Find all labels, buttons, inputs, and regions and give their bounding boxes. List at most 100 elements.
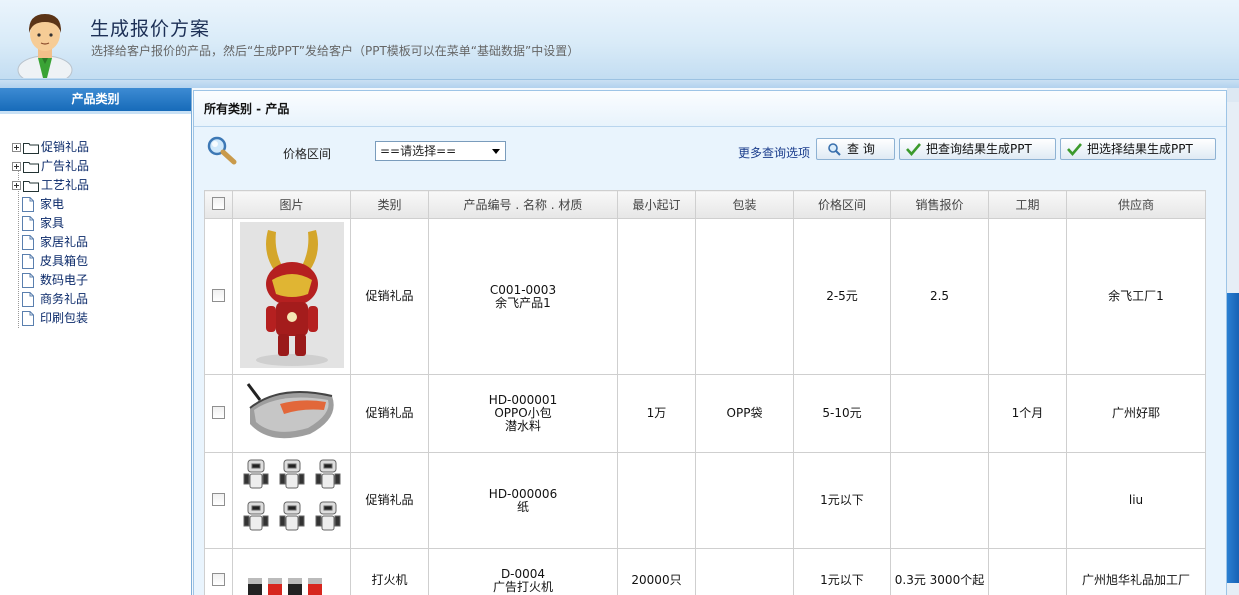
tree-node-label: 工艺礼品 [41, 178, 90, 192]
product-image-cell[interactable] [232, 452, 351, 549]
tree-node-promo[interactable]: 促销礼品 [8, 138, 89, 157]
packing-cell [695, 548, 794, 595]
col-header-category[interactable]: 类别 [350, 190, 429, 219]
quote-cell: 2.5 [890, 218, 989, 375]
expand-icon[interactable] [12, 143, 21, 152]
row-select-cell[interactable] [204, 452, 233, 549]
supplier-cell: 广州旭华礼品加工厂 [1066, 548, 1206, 595]
generate-ppt-from-selection-button[interactable]: 把选择结果生成PPT [1060, 138, 1216, 160]
supplier-cell: liu [1066, 452, 1206, 549]
col-header-image[interactable]: 图片 [232, 190, 351, 219]
product-image-pouch[interactable] [239, 378, 344, 446]
product-image-cell[interactable] [232, 374, 351, 453]
product-table-container: 图片 类别 产品编号 . 名称 . 材质 最小起订 包装 价格区间 销售报价 工… [204, 190, 1206, 595]
quote-cell [890, 374, 989, 453]
product-info-cell: HD-000001 OPPO小包 潜水料 [428, 374, 618, 453]
product-image-cell[interactable] [232, 218, 351, 375]
col-header-product[interactable]: 产品编号 . 名称 . 材质 [428, 190, 618, 219]
supplier-cell: 广州好耶 [1066, 374, 1206, 453]
period-cell [988, 218, 1067, 375]
row-checkbox[interactable] [212, 288, 225, 302]
price-range-cell: 1元以下 [793, 548, 891, 595]
page-icon [22, 292, 34, 307]
col-header-price-range[interactable]: 价格区间 [793, 190, 891, 219]
page-scrollbar[interactable] [1227, 88, 1239, 595]
page-header: 生成报价方案 选择给客户报价的产品，然后“生成PPT”发给客户（PPT模板可以在… [0, 0, 1239, 80]
tree-node-label: 印刷包装 [40, 311, 89, 325]
product-code: C001-0003 [489, 282, 557, 297]
check-icon [906, 143, 921, 156]
more-query-options-link[interactable]: 更多查询选项 [738, 144, 810, 161]
period-cell [988, 548, 1067, 595]
row-checkbox[interactable] [212, 572, 225, 586]
supplier-cell: 余飞工厂1 [1066, 218, 1206, 375]
product-image-cell[interactable] [232, 548, 351, 595]
table-row[interactable]: 打火机 D-0004 广告打火机 20000只 1元以下 0.3元 3000个起… [204, 548, 1206, 595]
header-divider [0, 80, 1239, 88]
tree-node-label: 家居礼品 [40, 235, 89, 249]
col-header-period[interactable]: 工期 [988, 190, 1067, 219]
tree-node-appliances[interactable]: 家电 [8, 195, 89, 214]
product-table: 图片 类别 产品编号 . 名称 . 材质 最小起订 包装 价格区间 销售报价 工… [204, 190, 1206, 595]
row-select-cell[interactable] [204, 548, 233, 595]
select-all-checkbox[interactable] [212, 196, 225, 210]
main-panel: 所有类别 - 产品 价格区间 ==请选择== 更多查询选项 查 询 把查询结果生… [193, 90, 1227, 595]
scrollbar-thumb[interactable] [1227, 293, 1239, 583]
category-tree: 促销礼品 广告礼品 工艺礼品 家电 家具 家居礼品 皮具箱包 数码电子 商务礼品… [8, 138, 89, 328]
product-image-robots[interactable] [239, 456, 344, 542]
generate-ppt-from-query-button[interactable]: 把查询结果生成PPT [899, 138, 1056, 160]
query-button[interactable]: 查 询 [816, 138, 895, 160]
tree-node-label: 数码电子 [40, 273, 89, 287]
sidebar: 产品类别 促销礼品 广告礼品 工艺礼品 家电 家具 家居礼品 皮具箱包 数码电子… [0, 88, 192, 595]
product-image-lighters[interactable] [239, 552, 344, 595]
packing-cell [695, 218, 794, 375]
price-range-cell: 1元以下 [793, 452, 891, 549]
tree-node-printing[interactable]: 印刷包装 [8, 309, 89, 328]
check-icon [1067, 143, 1082, 156]
col-header-supplier[interactable]: 供应商 [1066, 190, 1206, 219]
folder-icon [23, 142, 39, 154]
dropdown-arrow-icon [492, 149, 500, 154]
price-range-select[interactable]: ==请选择== [375, 141, 506, 161]
tree-node-digital[interactable]: 数码电子 [8, 271, 89, 290]
product-name: 纸 [516, 499, 529, 514]
tree-node-advertising[interactable]: 广告礼品 [8, 157, 89, 176]
table-header-row: 图片 类别 产品编号 . 名称 . 材质 最小起订 包装 价格区间 销售报价 工… [204, 190, 1206, 219]
filter-toolbar: 价格区间 ==请选择== 更多查询选项 查 询 把查询结果生成PPT 把选择结果… [194, 131, 1226, 171]
product-code: HD-000006 [488, 486, 558, 501]
tree-node-crafts[interactable]: 工艺礼品 [8, 176, 89, 195]
tree-node-label: 商务礼品 [40, 292, 89, 306]
tree-node-label: 广告礼品 [41, 159, 90, 173]
quote-cell: 0.3元 3000个起 [890, 548, 989, 595]
page-icon [22, 273, 34, 288]
page-icon [22, 197, 34, 212]
tree-node-leather-bags[interactable]: 皮具箱包 [8, 252, 89, 271]
table-row[interactable]: 促销礼品 C001-0003 余飞产品1 2-5元 2.5 余飞工厂1 [204, 218, 1206, 375]
row-checkbox[interactable] [212, 405, 225, 419]
row-checkbox[interactable] [212, 492, 225, 506]
row-select-cell[interactable] [204, 218, 233, 375]
expand-icon[interactable] [12, 162, 21, 171]
table-row[interactable]: 促销礼品 HD-000006 纸 1元以下 liu [204, 452, 1206, 549]
period-cell [988, 452, 1067, 549]
col-header-moq[interactable]: 最小起订 [617, 190, 696, 219]
tree-node-business-gifts[interactable]: 商务礼品 [8, 290, 89, 309]
expand-icon[interactable] [12, 181, 21, 190]
col-header-quote[interactable]: 销售报价 [890, 190, 989, 219]
moq-cell [617, 218, 696, 375]
moq-cell: 1万 [617, 374, 696, 453]
category-cell: 打火机 [350, 548, 429, 595]
product-info-cell: D-0004 广告打火机 [428, 548, 618, 595]
col-header-packing[interactable]: 包装 [695, 190, 794, 219]
page-icon [22, 235, 34, 250]
tree-node-home-gifts[interactable]: 家居礼品 [8, 233, 89, 252]
row-select-cell[interactable] [204, 374, 233, 453]
price-range-select-value: ==请选择== [380, 144, 457, 158]
select-all-cell[interactable] [204, 190, 233, 219]
page-icon [22, 216, 34, 231]
table-row[interactable]: 促销礼品 HD-000001 OPPO小包 潜水料 1万 OPP袋 5-10元 … [204, 374, 1206, 453]
scroll-up-arrow-icon[interactable] [1227, 88, 1239, 102]
product-image-robot-figure[interactable] [239, 222, 344, 368]
tree-node-furniture[interactable]: 家具 [8, 214, 89, 233]
product-info-cell: HD-000006 纸 [428, 452, 618, 549]
